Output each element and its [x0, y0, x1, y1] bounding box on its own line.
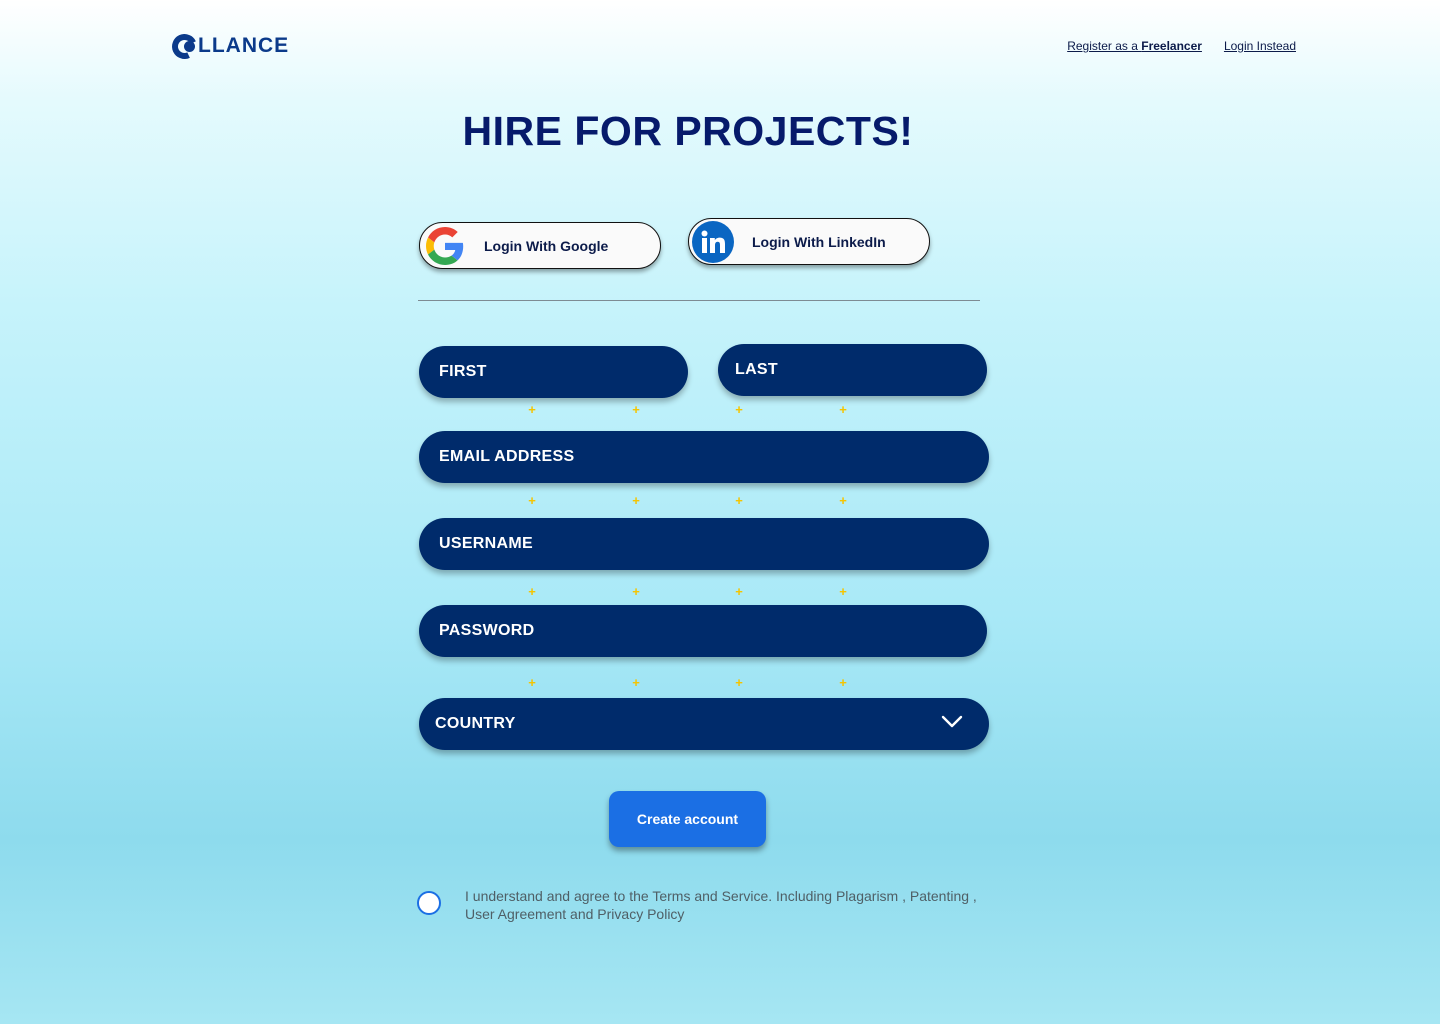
- sparkle-icon: +: [735, 584, 743, 599]
- terms-radio[interactable]: [417, 891, 441, 915]
- sparkle-icon: +: [528, 584, 536, 599]
- divider: [418, 300, 980, 301]
- logo-text: LLANCE: [198, 34, 290, 57]
- sparkle-icon: +: [735, 675, 743, 690]
- register-freelancer-link[interactable]: Register as a Freelancer: [1067, 39, 1202, 53]
- country-label: COUNTRY: [435, 715, 516, 732]
- login-linkedin-button[interactable]: Login With LinkedIn: [688, 218, 930, 265]
- username-field[interactable]: [419, 518, 989, 570]
- google-icon: [426, 226, 464, 265]
- page-title: HIRE FOR PROJECTS!: [462, 108, 914, 154]
- linkedin-label: Login With LinkedIn: [752, 233, 886, 250]
- sparkle-icon: +: [632, 584, 640, 599]
- login-instead-link[interactable]: Login Instead: [1224, 39, 1296, 53]
- register-prefix: Register as a: [1067, 39, 1142, 53]
- sparkle-icon: +: [632, 675, 640, 690]
- first-name-input[interactable]: [439, 363, 688, 381]
- sparkle-icon: +: [839, 584, 847, 599]
- sparkle-icon: +: [735, 402, 743, 417]
- top-nav: Register as a Freelancer Login Instead: [1067, 39, 1296, 53]
- linkedin-icon: [692, 220, 734, 263]
- email-input[interactable]: [439, 448, 989, 466]
- terms-text: I understand and agree to the Terms and …: [465, 888, 977, 922]
- sparkle-icon: +: [528, 493, 536, 508]
- password-field[interactable]: [419, 605, 987, 657]
- sparkle-icon: +: [528, 675, 536, 690]
- first-name-field[interactable]: [419, 346, 688, 398]
- login-google-button[interactable]: Login With Google: [419, 222, 661, 269]
- password-input[interactable]: [439, 622, 987, 640]
- sparkle-icon: +: [839, 675, 847, 690]
- sparkle-icon: +: [735, 493, 743, 508]
- logo-mark-icon: [168, 29, 201, 63]
- chevron-down-icon: [941, 715, 963, 728]
- country-select[interactable]: COUNTRY: [419, 698, 989, 750]
- sparkle-icon: +: [528, 402, 536, 417]
- sparkle-icon: +: [632, 493, 640, 508]
- last-name-field[interactable]: [718, 344, 987, 396]
- last-name-input[interactable]: [735, 361, 987, 379]
- logo[interactable]: LLANCE: [168, 29, 290, 63]
- username-input[interactable]: [439, 535, 989, 553]
- google-label: Login With Google: [484, 237, 609, 254]
- register-bold: Freelancer: [1141, 39, 1202, 53]
- sparkle-icon: +: [632, 402, 640, 417]
- create-account-button[interactable]: Create account: [609, 791, 766, 847]
- sparkle-icon: +: [839, 402, 847, 417]
- sparkle-icon: +: [839, 493, 847, 508]
- email-field[interactable]: [419, 431, 989, 483]
